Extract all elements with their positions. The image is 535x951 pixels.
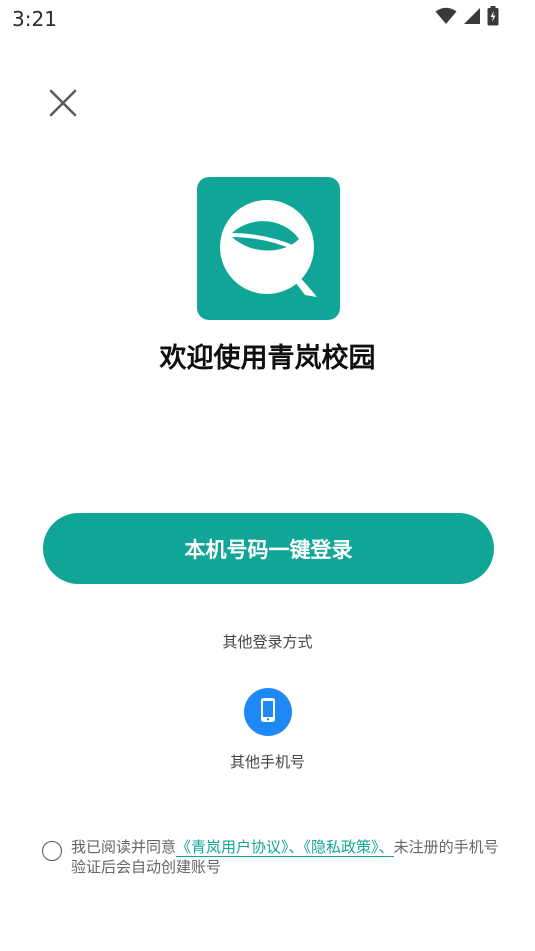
phone-login-label: 其他手机号 <box>229 753 305 771</box>
privacy-policy-link[interactable]: 《隐私政策》 <box>304 838 379 856</box>
battery-icon <box>487 6 499 30</box>
leaf-q-logo-icon <box>220 200 317 297</box>
agreement-separator: 、 <box>288 838 304 856</box>
signal-icon <box>463 7 481 29</box>
phone-icon <box>257 697 279 727</box>
other-login-methods-label: 其他登录方式 <box>222 633 313 651</box>
agreement-links: 《青岚用户协议》、《隐私政策》、 <box>176 838 394 857</box>
close-icon <box>44 89 82 126</box>
welcome-title: 欢迎使用青岚校园 <box>159 343 376 374</box>
status-bar: 3:21 <box>0 0 535 38</box>
status-time: 3:21 <box>12 7 57 31</box>
status-icons <box>435 6 499 30</box>
agreement-checkbox[interactable] <box>42 841 62 861</box>
agreement-separator: 、 <box>378 838 394 856</box>
phone-login-button[interactable] <box>244 688 292 736</box>
agreement-text: 我已阅读并同意《青岚用户协议》、《隐私政策》、未注册的手机号验证后会自动创建账号 <box>71 837 501 877</box>
wifi-icon <box>435 7 457 29</box>
agreement-prefix: 我已阅读并同意 <box>71 838 177 856</box>
close-button[interactable] <box>44 84 82 122</box>
app-logo <box>197 177 340 320</box>
user-agreement-link[interactable]: 《青岚用户协议》 <box>176 838 289 856</box>
one-click-login-button[interactable]: 本机号码一键登录 <box>43 513 494 584</box>
